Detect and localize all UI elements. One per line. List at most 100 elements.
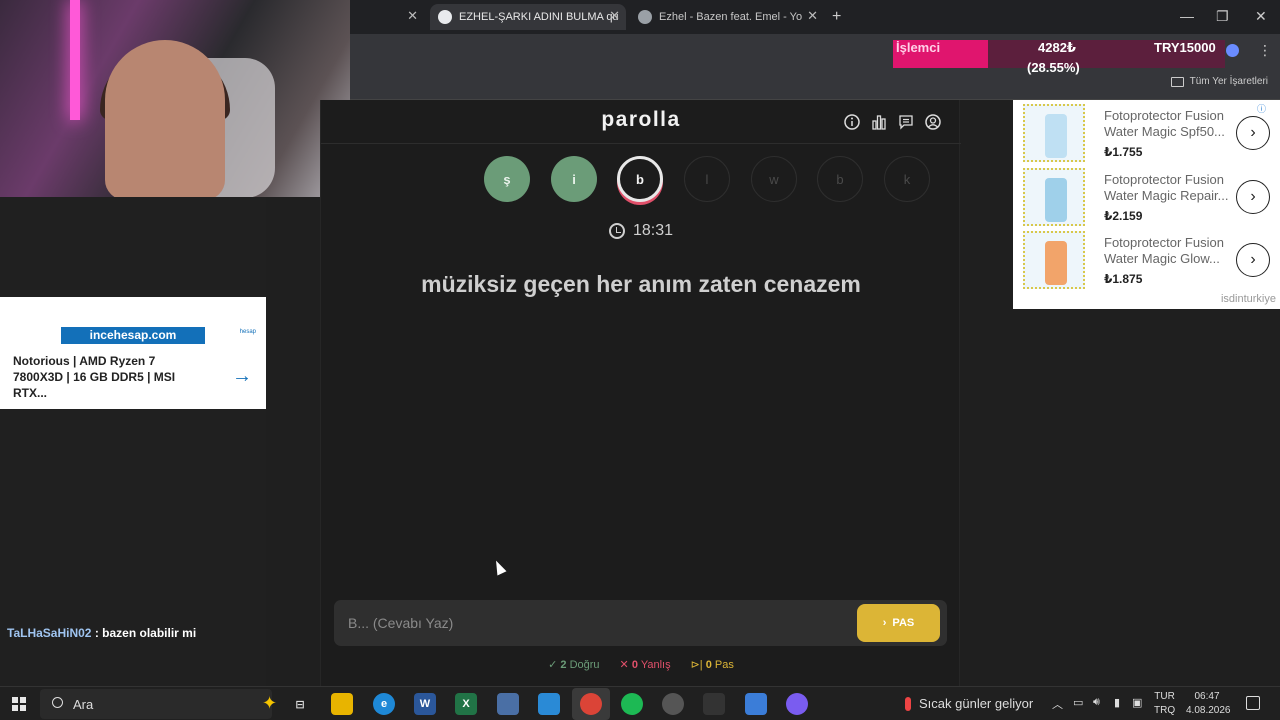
game-header: parolla xyxy=(321,100,961,144)
sparkle-icon: ✦ xyxy=(262,693,278,713)
spotify-icon[interactable] xyxy=(621,693,643,715)
product-image xyxy=(1023,104,1085,162)
product-image xyxy=(1023,231,1085,289)
letter-circle: b xyxy=(617,156,663,202)
battery-icon[interactable]: ▭ xyxy=(1073,696,1083,709)
maximize-button[interactable]: ❐ xyxy=(1216,8,1229,25)
edge-icon[interactable]: e xyxy=(373,693,395,715)
streamer xyxy=(105,40,225,197)
timer-value: 18:31 xyxy=(632,222,674,239)
close-icon[interactable]: ✕ xyxy=(609,8,620,24)
letter-circle: w xyxy=(751,156,797,202)
answer-input[interactable] xyxy=(334,600,854,646)
window-close-button[interactable]: ✕ xyxy=(1255,8,1267,25)
ad-product-row[interactable]: Fotoprotector Fusion Water Magic Spf50..… xyxy=(1023,102,1280,164)
pass-button[interactable]: › PAS xyxy=(857,604,940,642)
answer-bar: › PAS xyxy=(334,600,947,646)
lang-top: TUR xyxy=(1154,691,1175,702)
check-icon: ✓ xyxy=(548,659,558,671)
letter-circle: l xyxy=(684,156,730,202)
globe-icon xyxy=(1226,44,1239,57)
file-explorer-icon[interactable] xyxy=(331,693,353,715)
chat-text: : bazen olabilir mi xyxy=(94,626,197,640)
taskbar-search[interactable]: Ara ✦ xyxy=(40,689,277,719)
all-bookmarks-button[interactable]: Tüm Yer İşaretleri xyxy=(1170,76,1268,87)
app-icon[interactable] xyxy=(745,693,767,715)
obs-icon[interactable] xyxy=(662,693,684,715)
product-price: ₺1.755 xyxy=(1104,145,1143,159)
weather-widget[interactable]: Sıcak günler geliyor xyxy=(905,696,1033,711)
system-clock[interactable]: 06:47 4.08.2026 xyxy=(1186,690,1231,718)
excel-icon[interactable]: X xyxy=(455,693,477,715)
chevron-up-icon[interactable]: ︿ xyxy=(1052,696,1063,712)
cpu-value: 4282₺ xyxy=(1038,40,1076,55)
task-view-icon[interactable]: ⊟ xyxy=(289,693,311,715)
calculator-icon[interactable] xyxy=(497,693,519,715)
pass-stat-label: Pas xyxy=(714,659,734,671)
folder-icon xyxy=(1170,76,1184,87)
tab-previous[interactable]: ✕ xyxy=(352,4,424,30)
isdin-ad[interactable]: ⓘ Fotoprotector Fusion Water Magic Spf50… xyxy=(1013,100,1280,309)
chat-username: TaLHaSaHiN02 xyxy=(7,626,92,640)
ad-brand-logo: incehesap.com xyxy=(61,327,205,344)
wrong-stat: ✕ 0 Yanlış xyxy=(620,658,671,671)
search-icon xyxy=(52,697,63,708)
close-icon[interactable]: ✕ xyxy=(807,8,818,24)
windows-taskbar: Ara ✦ ⊟ e W X Sıcak günler geliyor ︿ ▭ 🔊… xyxy=(0,686,1280,720)
correct-label: Doğru xyxy=(569,659,600,671)
product-title: Fotoprotector Fusion Water Magic Repair.… xyxy=(1104,172,1229,203)
clock-time: 06:47 xyxy=(1194,691,1220,702)
chevron-right-icon: › xyxy=(882,617,887,629)
language-indicator[interactable]: TUR TRQ xyxy=(1154,690,1175,718)
lyric-clue: müziksiz geçen her anım zaten cenazem xyxy=(421,271,861,297)
volume-icon[interactable]: 🔊︎ xyxy=(1093,696,1100,709)
menu-icon[interactable]: ⋮ xyxy=(1258,42,1272,59)
letter-circle: ş xyxy=(484,156,530,202)
minimize-button[interactable]: — xyxy=(1180,8,1194,24)
tab-favicon-icon xyxy=(638,10,652,24)
ad-mini-logo: hesap xyxy=(239,329,256,335)
new-tab-button[interactable]: + xyxy=(832,8,841,26)
chevron-right-icon[interactable]: › xyxy=(1236,116,1270,150)
correct-stat: ✓ 2 Doğru xyxy=(548,658,599,671)
pass-count: 0 xyxy=(705,659,712,671)
tab-title: Ezhel - Bazen feat. Emel - Yo xyxy=(659,11,803,23)
lang-bottom: TRQ xyxy=(1154,705,1176,716)
timer: 18:31 xyxy=(321,222,961,240)
stats-icon[interactable] xyxy=(871,114,887,130)
product-price: ₺1.875 xyxy=(1104,272,1143,286)
wrong-count: 0 xyxy=(631,659,638,671)
info-icon[interactable] xyxy=(844,114,860,130)
all-bookmarks-label: Tüm Yer İşaretleri xyxy=(1189,76,1268,87)
correct-count: 2 xyxy=(560,659,567,671)
network-icon[interactable]: ▣ xyxy=(1132,696,1142,709)
incehesap-ad[interactable]: incehesap.com hesap Notorious | AMD Ryze… xyxy=(0,297,266,409)
wrong-label: Yanlış xyxy=(640,659,671,671)
ad-brand: isdinturkiye xyxy=(1220,293,1276,305)
neon-light xyxy=(70,0,80,120)
tab-parolla[interactable]: EZHEL-ŞARKI ADINI BULMA qu ✕ xyxy=(430,4,626,30)
chat-message: TaLHaSaHiN02 : bazen olabilir mi xyxy=(7,626,196,640)
mic-icon[interactable]: ▮ xyxy=(1114,696,1120,709)
product-price: ₺2.159 xyxy=(1104,209,1143,223)
chevron-right-icon[interactable]: › xyxy=(1236,180,1270,214)
tab-youtube[interactable]: Ezhel - Bazen feat. Emel - Yo ✕ xyxy=(630,4,824,30)
discord-icon[interactable] xyxy=(786,693,808,715)
chat-icon[interactable] xyxy=(898,114,914,130)
search-label: Ara xyxy=(73,697,94,712)
store-icon[interactable] xyxy=(538,693,560,715)
notification-icon[interactable] xyxy=(1246,696,1260,710)
chevron-right-icon[interactable]: › xyxy=(1236,243,1270,277)
word-icon[interactable]: W xyxy=(414,693,436,715)
arrow-right-icon[interactable]: → xyxy=(232,365,252,388)
cpu-percent: (28.55%) xyxy=(1027,60,1080,75)
user-icon[interactable] xyxy=(925,114,941,130)
chrome-icon[interactable] xyxy=(580,693,602,715)
close-icon[interactable]: ✕ xyxy=(407,8,418,24)
ad-product-row[interactable]: Fotoprotector Fusion Water Magic Glow...… xyxy=(1023,229,1280,291)
cross-icon: ✕ xyxy=(619,659,629,671)
windows-start-icon[interactable] xyxy=(12,697,26,711)
app-icon[interactable] xyxy=(703,693,725,715)
product-title: Fotoprotector Fusion Water Magic Spf50..… xyxy=(1104,108,1225,139)
ad-product-row[interactable]: Fotoprotector Fusion Water Magic Repair.… xyxy=(1023,166,1280,228)
